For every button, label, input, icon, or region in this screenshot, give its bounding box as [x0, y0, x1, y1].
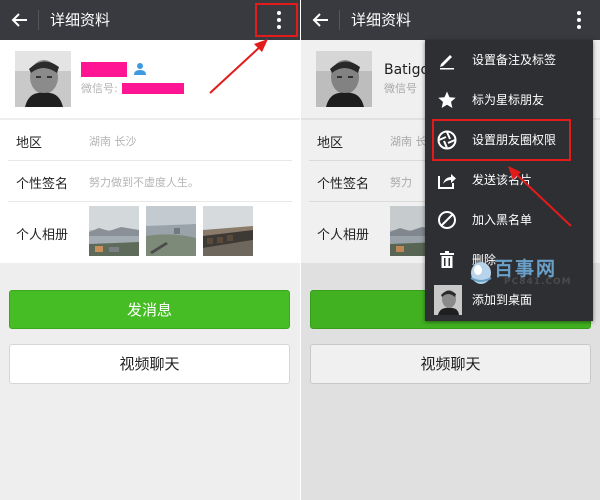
annotation-arrow-icon — [209, 39, 268, 94]
left-screen: 详细资料 微信号: 地区 湖南 长沙 个性签名 努力做到不虚度人生。 个人相册 … — [0, 0, 300, 500]
watermark: 百事网 PC841.COM — [462, 254, 582, 294]
annotation-arrow-icon — [508, 166, 572, 227]
watermark-subtitle: PC841.COM — [504, 277, 572, 287]
watermark-logo-icon — [470, 262, 492, 284]
right-screen: 详细资料 Batigo 微信号 地区 湖南 长 个性签名 努力 个人相册 视频聊… — [301, 0, 600, 500]
